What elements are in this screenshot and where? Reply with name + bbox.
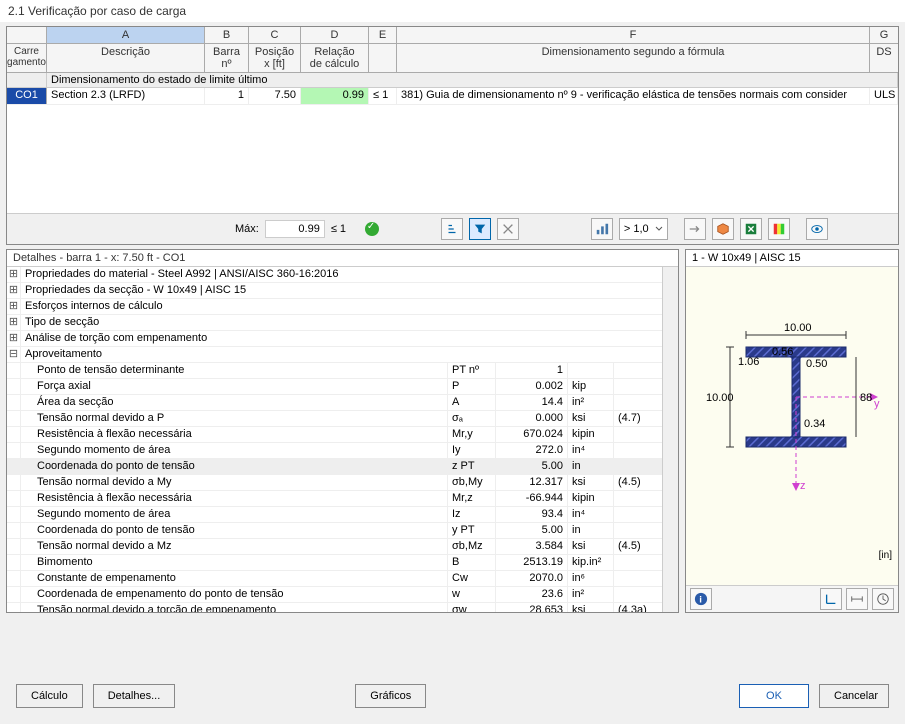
detail-row[interactable]: Ponto de tensão determinantePT nº1: [7, 363, 678, 379]
detail-row[interactable]: Constante de empenamentoCw2070.0in⁶: [7, 571, 678, 587]
expand-icon[interactable]: ⊞: [7, 283, 21, 298]
tree-node[interactable]: ⊟Aproveitamento: [7, 347, 678, 363]
cell-ratio[interactable]: 0.99: [301, 88, 369, 104]
goto-bar-button[interactable]: [684, 218, 706, 240]
dim-gap: 88: [860, 392, 872, 404]
svg-text:z: z: [800, 480, 806, 492]
cancel-button[interactable]: Cancelar: [819, 684, 889, 708]
rowheader-blank: [7, 27, 47, 43]
unit-label: [in]: [879, 550, 892, 561]
sort-asc-button[interactable]: [441, 218, 463, 240]
detail-row[interactable]: Tensão normal devido a Pσₐ0.000ksi(4.7): [7, 411, 678, 427]
graph-toggle-button[interactable]: [591, 218, 613, 240]
col-b[interactable]: B: [205, 27, 249, 43]
graphs-button[interactable]: Gráficos: [355, 684, 426, 708]
expand-icon[interactable]: ⊞: [7, 299, 21, 314]
tree-node[interactable]: ⊞Propriedades do material - Steel A992 |…: [7, 267, 678, 283]
max-rel: ≤ 1: [331, 223, 359, 235]
scrollbar[interactable]: [662, 267, 678, 612]
max-label: Máx:: [235, 223, 259, 235]
col-a[interactable]: A: [47, 27, 205, 43]
detail-row[interactable]: Tensão normal devido a Myσb,My12.317ksi(…: [7, 475, 678, 491]
details-title: Detalhes - barra 1 - x: 7.50 ft - CO1: [7, 250, 678, 267]
cell-formula[interactable]: 381) Guia de dimensionamento nº 9 - veri…: [397, 88, 870, 104]
axes-toggle-button[interactable]: [820, 588, 842, 610]
calc-button[interactable]: Cálculo: [16, 684, 83, 708]
hdr-ratio: Relação de cálculo: [301, 44, 369, 72]
row-id[interactable]: CO1: [7, 88, 47, 104]
tree-node[interactable]: ⊞Tipo de secção: [7, 315, 678, 331]
hdr-ds: DS: [870, 44, 898, 72]
detail-row[interactable]: Coordenada de empenamento do ponto de te…: [7, 587, 678, 603]
view-button[interactable]: [806, 218, 828, 240]
details-button[interactable]: Detalhes...: [93, 684, 176, 708]
section-row: Dimensionamento do estado de limite últi…: [7, 73, 898, 88]
detail-row[interactable]: Resistência à flexão necessáriaMr,y670.0…: [7, 427, 678, 443]
ok-button[interactable]: OK: [739, 684, 809, 708]
detail-row[interactable]: Coordenada do ponto de tensãoz PT5.00in: [7, 459, 678, 475]
filter-clear-button[interactable]: [497, 218, 519, 240]
cell-bar[interactable]: 1: [205, 88, 249, 104]
detail-row[interactable]: Área da secçãoA14.4in²: [7, 395, 678, 411]
section-title: 1 - W 10x49 | AISC 15: [686, 250, 898, 267]
col-d[interactable]: D: [301, 27, 369, 43]
dim-tw: 0.34: [804, 418, 825, 430]
results-grid: A B C D E F G Carre gamento Descrição Ba…: [6, 26, 899, 245]
max-value: 0.99: [265, 220, 325, 238]
details-pane: Detalhes - barra 1 - x: 7.50 ft - CO1 ⊞P…: [6, 249, 679, 613]
section-canvas[interactable]: z y 10.00 10.00 0.56 1.06 0.50 0.34: [686, 267, 898, 585]
dim-r: 0.50: [806, 358, 827, 370]
section-preview-pane: 1 - W 10x49 | AISC 15: [685, 249, 899, 613]
detail-row[interactable]: Resistência à flexão necessáriaMr,z-66.9…: [7, 491, 678, 507]
tree-node[interactable]: ⊞Análise de torção com empenamento: [7, 331, 678, 347]
col-e[interactable]: E: [369, 27, 397, 43]
cell-ds: ULS: [870, 88, 898, 104]
ok-check-icon: [365, 222, 379, 236]
col-g[interactable]: G: [870, 27, 898, 43]
filter-threshold-combo[interactable]: > 1,0: [619, 218, 668, 240]
cell-pos[interactable]: 7.50: [249, 88, 301, 104]
detail-row[interactable]: Força axialP0.002kip: [7, 379, 678, 395]
dim-d: 10.00: [706, 392, 734, 404]
svg-text:i: i: [699, 595, 702, 606]
filter-rows-button[interactable]: [469, 218, 491, 240]
cell-desc[interactable]: Section 2.3 (LRFD): [47, 88, 205, 104]
export-excel-button[interactable]: [740, 218, 762, 240]
col-c[interactable]: C: [249, 27, 301, 43]
detail-row[interactable]: Segundo momento de áreaIz93.4in⁴: [7, 507, 678, 523]
table-row[interactable]: CO1 Section 2.3 (LRFD) 1 7.50 0.99 ≤ 1 3…: [7, 88, 898, 105]
hdr-rel: [369, 44, 397, 72]
detail-row[interactable]: Tensão normal devido a Mzσb,Mz3.584ksi(4…: [7, 539, 678, 555]
cell-rel: ≤ 1: [369, 88, 397, 104]
dim-k: 1.06: [738, 356, 759, 368]
dim-tf: 0.56: [772, 346, 793, 358]
expand-icon[interactable]: ⊞: [7, 315, 21, 330]
hdr-bar: Barra nº: [205, 44, 249, 72]
dialog-buttons: Cálculo Detalhes... Gráficos OK Cancelar: [0, 676, 905, 716]
svg-text:y: y: [874, 398, 880, 410]
tree-node[interactable]: ⊞Esforços internos de cálculo: [7, 299, 678, 315]
expand-icon[interactable]: ⊞: [7, 267, 21, 282]
col-f[interactable]: F: [397, 27, 870, 43]
hdr-pos: Posição x [ft]: [249, 44, 301, 72]
info-button[interactable]: i: [690, 588, 712, 610]
tree-node[interactable]: ⊞Propriedades da secção - W 10x49 | AISC…: [7, 283, 678, 299]
rowheader-label: Carre gamento: [7, 44, 47, 72]
detail-row[interactable]: Segundo momento de áreaIy272.0in⁴: [7, 443, 678, 459]
detail-row[interactable]: Tensão normal devido a torção de empenam…: [7, 603, 678, 612]
show-model-button[interactable]: [712, 218, 734, 240]
window-title: 2.1 Verificação por caso de carga: [0, 0, 905, 22]
dimensions-toggle-button[interactable]: [846, 588, 868, 610]
expand-icon[interactable]: ⊟: [7, 347, 21, 362]
dim-bf: 10.00: [784, 322, 812, 334]
expand-icon[interactable]: ⊞: [7, 331, 21, 346]
chevron-down-icon: [655, 225, 663, 233]
detail-row[interactable]: BimomentoB2513.19kip.in²: [7, 555, 678, 571]
color-scale-button[interactable]: [768, 218, 790, 240]
hdr-formula: Dimensionamento segundo a fórmula: [397, 44, 870, 72]
hdr-desc: Descrição: [47, 44, 205, 72]
detail-row[interactable]: Coordenada do ponto de tensãoy PT5.00in: [7, 523, 678, 539]
print-section-button[interactable]: [872, 588, 894, 610]
